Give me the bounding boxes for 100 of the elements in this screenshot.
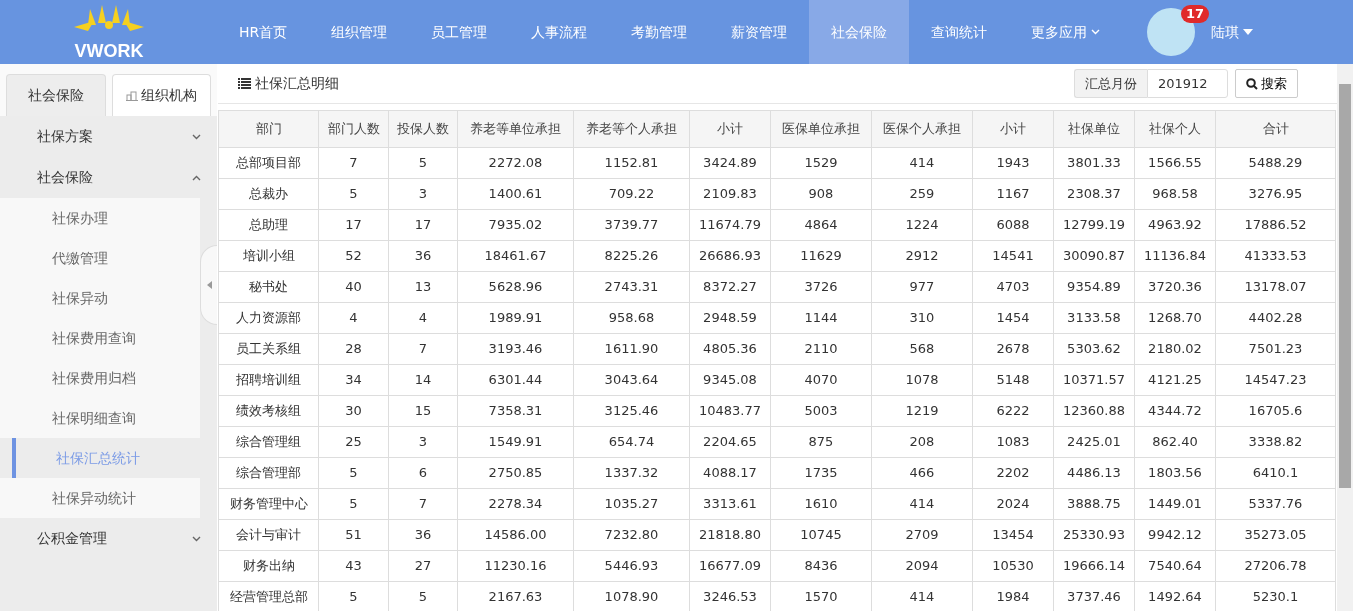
table-cell: 466 bbox=[871, 457, 973, 489]
table-cell: 8372.27 bbox=[689, 271, 771, 303]
table-cell: 10530 bbox=[972, 550, 1054, 582]
table-cell: 1035.27 bbox=[573, 488, 690, 520]
table-cell: 4402.28 bbox=[1215, 302, 1336, 334]
menu-item[interactable]: 代缴管理 bbox=[0, 238, 200, 278]
table-cell: 3133.58 bbox=[1053, 302, 1135, 334]
page-title: 社保汇总明细 bbox=[255, 74, 339, 93]
logo: VWORK bbox=[63, 3, 154, 61]
table-cell: 4070 bbox=[770, 364, 872, 396]
table-cell: 16705.6 bbox=[1215, 395, 1336, 427]
menu-group[interactable]: 社会保险 bbox=[0, 157, 217, 198]
table-cell: 3888.75 bbox=[1053, 488, 1135, 520]
menu-item[interactable]: 社保办理 bbox=[0, 198, 200, 238]
table-cell: 15 bbox=[388, 395, 458, 427]
table-cell: 2750.85 bbox=[457, 457, 574, 489]
table-cell: 414 bbox=[871, 147, 973, 179]
table-cell: 3801.33 bbox=[1053, 147, 1135, 179]
menu-item[interactable]: 社保费用归档 bbox=[0, 358, 200, 398]
table-cell: 2110 bbox=[770, 333, 872, 365]
table-cell: 经营管理总部 bbox=[218, 581, 319, 611]
nav-tab[interactable]: 薪资管理 bbox=[709, 0, 810, 64]
table-cell: 27206.78 bbox=[1215, 550, 1336, 582]
table-cell: 11230.16 bbox=[457, 550, 574, 582]
table-cell: 51 bbox=[318, 519, 389, 551]
column-header: 养老等个人承担 bbox=[573, 110, 690, 148]
caret-icon[interactable] bbox=[1243, 29, 1253, 35]
table-cell: 862.40 bbox=[1134, 426, 1216, 458]
table-cell: 12799.19 bbox=[1053, 209, 1135, 241]
table-cell: 10371.57 bbox=[1053, 364, 1135, 396]
table-cell: 招聘培训组 bbox=[218, 364, 319, 396]
table-cell: 2743.31 bbox=[573, 271, 690, 303]
table-cell: 综合管理部 bbox=[218, 457, 319, 489]
table-cell: 26686.93 bbox=[689, 240, 771, 272]
table-cell: 1529 bbox=[770, 147, 872, 179]
nav-tab[interactable]: 人事流程 bbox=[509, 0, 610, 64]
building-icon bbox=[125, 90, 138, 101]
chevron-up-icon bbox=[192, 174, 201, 181]
table-cell: 3276.95 bbox=[1215, 178, 1336, 210]
nav-tab[interactable]: 考勤管理 bbox=[609, 0, 710, 64]
table-cell: 19666.14 bbox=[1053, 550, 1135, 582]
table-cell: 709.22 bbox=[573, 178, 690, 210]
table-cell: 总部项目部 bbox=[218, 147, 319, 179]
table-cell: 208 bbox=[871, 426, 973, 458]
table-cell: 4344.72 bbox=[1134, 395, 1216, 427]
table-cell: 7 bbox=[388, 488, 458, 520]
collapse-handle[interactable] bbox=[200, 245, 217, 325]
table-cell: 3043.64 bbox=[573, 364, 690, 396]
table-cell: 2678 bbox=[972, 333, 1054, 365]
menu-group[interactable]: 社保方案 bbox=[0, 116, 217, 157]
table-cell: 4 bbox=[388, 302, 458, 334]
table-cell: 25 bbox=[318, 426, 389, 458]
list-icon bbox=[238, 78, 251, 89]
table-cell: 968.58 bbox=[1134, 178, 1216, 210]
table-cell: 3726 bbox=[770, 271, 872, 303]
nav-tab[interactable]: 查询统计 bbox=[909, 0, 1010, 64]
menu-item[interactable]: 社保明细查询 bbox=[0, 398, 200, 438]
nav-tab[interactable]: 更多应用 bbox=[1009, 0, 1123, 64]
table-cell: 员工关系组 bbox=[218, 333, 319, 365]
table-cell: 5 bbox=[318, 488, 389, 520]
table-cell: 654.74 bbox=[573, 426, 690, 458]
nav-tab[interactable]: HR首页 bbox=[217, 0, 310, 64]
menu-group[interactable]: 公积金管理 bbox=[0, 518, 217, 559]
user-name[interactable]: 陆琪 bbox=[1211, 21, 1239, 43]
table-cell: 7501.23 bbox=[1215, 333, 1336, 365]
column-header: 社保单位 bbox=[1053, 110, 1135, 148]
table-cell: 17 bbox=[388, 209, 458, 241]
table-cell: 27 bbox=[388, 550, 458, 582]
table-cell: 958.68 bbox=[573, 302, 690, 334]
column-header: 投保人数 bbox=[388, 110, 458, 148]
table-cell: 2204.65 bbox=[689, 426, 771, 458]
table-cell: 4864 bbox=[770, 209, 872, 241]
column-header: 医保个人承担 bbox=[871, 110, 973, 148]
search-icon bbox=[1246, 77, 1258, 90]
menu-item[interactable]: 社保异动统计 bbox=[0, 478, 200, 518]
table-cell: 3125.46 bbox=[573, 395, 690, 427]
sidebar-tab[interactable]: 组织机构 bbox=[111, 74, 211, 116]
table-cell: 30090.87 bbox=[1053, 240, 1135, 272]
nav-tab[interactable]: 组织管理 bbox=[309, 0, 410, 64]
table-cell: 总裁办 bbox=[218, 178, 319, 210]
table-cell: 977 bbox=[871, 271, 973, 303]
menu-item[interactable]: 社保异动 bbox=[0, 278, 200, 318]
table-cell: 310 bbox=[871, 302, 973, 334]
table-cell: 3313.61 bbox=[689, 488, 771, 520]
menu-item[interactable]: 社保费用查询 bbox=[0, 318, 200, 358]
search-button[interactable]: 搜索 bbox=[1235, 69, 1298, 98]
table-cell: 9345.08 bbox=[689, 364, 771, 396]
table-cell: 568 bbox=[871, 333, 973, 365]
table-cell: 8225.26 bbox=[573, 240, 690, 272]
table-cell: 4486.13 bbox=[1053, 457, 1135, 489]
scrollbar[interactable] bbox=[1337, 64, 1353, 611]
month-label: 汇总月份 bbox=[1074, 69, 1147, 98]
sidebar-tab[interactable]: 社会保险 bbox=[6, 74, 106, 116]
month-field[interactable]: 201912 bbox=[1147, 69, 1228, 98]
table-cell: 2425.01 bbox=[1053, 426, 1135, 458]
nav-tab[interactable]: 员工管理 bbox=[409, 0, 510, 64]
table-cell: 52 bbox=[318, 240, 389, 272]
table-cell: 414 bbox=[871, 488, 973, 520]
table-cell: 1449.01 bbox=[1134, 488, 1216, 520]
table-cell: 6 bbox=[388, 457, 458, 489]
